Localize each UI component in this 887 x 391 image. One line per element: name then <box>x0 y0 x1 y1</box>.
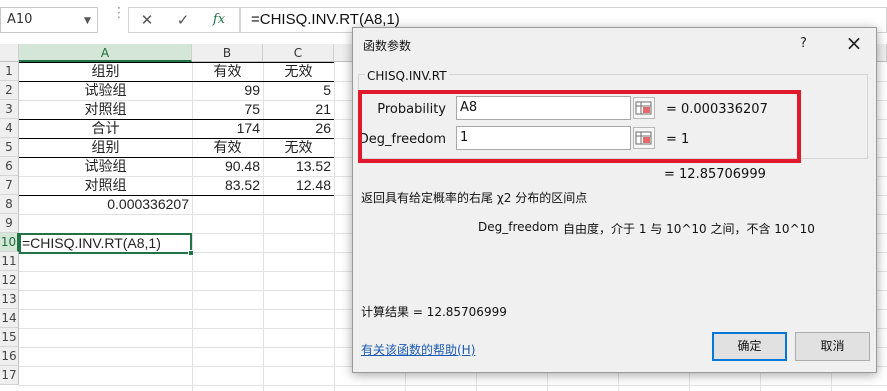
cancel-x-icon[interactable]: ✕ <box>130 7 164 33</box>
insert-function-icon[interactable]: fx <box>202 7 236 33</box>
confirm-check-icon[interactable]: ✓ <box>166 7 200 33</box>
cell-a1[interactable]: 组别 <box>19 62 192 81</box>
fill-handle[interactable] <box>188 250 194 256</box>
cell-a7[interactable]: 对照组 <box>19 176 192 195</box>
cell-c6[interactable]: 13.52 <box>263 157 334 176</box>
ok-button[interactable]: 确定 <box>712 332 787 361</box>
row-header[interactable]: 15 <box>0 328 19 347</box>
cell-b7[interactable]: 83.52 <box>192 176 263 195</box>
row-header[interactable]: 11 <box>0 252 19 271</box>
arg-description-name: Deg_freedom <box>478 220 559 234</box>
cell-b3[interactable]: 75 <box>192 100 263 119</box>
select-all-corner[interactable] <box>0 44 19 62</box>
row-header[interactable]: 4 <box>0 119 19 138</box>
cell-a5[interactable]: 组别 <box>19 138 192 157</box>
help-question-icon[interactable]: ? <box>800 36 807 51</box>
column-header-b[interactable]: B <box>192 44 263 62</box>
cell-a6[interactable]: 试验组 <box>19 157 192 176</box>
row-header[interactable]: 8 <box>0 195 19 214</box>
row-header[interactable]: 2 <box>0 81 19 100</box>
cell-b5[interactable]: 有效 <box>192 138 263 157</box>
function-description: 返回具有给定概率的右尾 χ2 分布的区间点 <box>361 191 588 205</box>
drag-handle-icon[interactable]: ⋮ <box>112 6 126 30</box>
cell-c5[interactable]: 无效 <box>263 138 334 157</box>
arg-description-text: 自由度，介于 1 与 10^10 之间，不含 10^10 <box>563 222 815 236</box>
cell-b1[interactable]: 有效 <box>192 62 263 81</box>
row-header-active[interactable]: 10 <box>0 233 19 252</box>
cell-c4[interactable]: 26 <box>263 119 334 138</box>
row-header[interactable]: 13 <box>0 290 19 309</box>
cell-b6[interactable]: 90.48 <box>192 157 263 176</box>
cell-a2[interactable]: 试验组 <box>19 81 192 100</box>
chevron-down-icon[interactable]: ▼ <box>84 16 91 26</box>
dialog-title: 函数参数 <box>363 39 412 53</box>
cancel-button[interactable]: 取消 <box>795 332 870 361</box>
function-help-link[interactable]: 有关该函数的帮助(H) <box>361 341 475 358</box>
cell-a3[interactable]: 对照组 <box>19 100 192 119</box>
row-header[interactable]: 3 <box>0 100 19 119</box>
row-header[interactable]: 1 <box>0 62 19 81</box>
calculation-result: 计算结果 = 12.85706999 <box>361 305 507 319</box>
function-arguments-dialog: 函数参数 ? × CHISQ.INV.RT Probability A8 = 0… <box>352 27 877 373</box>
row-header[interactable]: 14 <box>0 309 19 328</box>
row-header[interactable]: 9 <box>0 214 19 233</box>
row-header[interactable]: 16 <box>0 347 19 366</box>
cell-b2[interactable]: 99 <box>192 81 263 100</box>
cell-b4[interactable]: 174 <box>192 119 263 138</box>
row-header[interactable]: 7 <box>0 176 19 195</box>
cell-c3[interactable]: 21 <box>263 100 334 119</box>
cell-a8[interactable]: 0.000336207 <box>19 195 192 214</box>
column-header-a[interactable]: A <box>19 44 192 62</box>
column-header-c[interactable]: C <box>263 44 334 62</box>
row-header[interactable]: 5 <box>0 138 19 157</box>
row-header[interactable]: 17 <box>0 366 19 385</box>
close-icon[interactable]: × <box>842 31 866 55</box>
formula-result-preview: = 12.85706999 <box>664 167 766 182</box>
function-name: CHISQ.INV.RT <box>365 69 449 83</box>
highlight-annotation-box <box>358 90 801 163</box>
cell-a4[interactable]: 合计 <box>19 119 192 138</box>
row-header[interactable]: 6 <box>0 157 19 176</box>
cell-c1[interactable]: 无效 <box>263 62 334 81</box>
cell-c7[interactable]: 12.48 <box>263 176 334 195</box>
row-header[interactable]: 12 <box>0 271 19 290</box>
cell-c2[interactable]: 5 <box>263 81 334 100</box>
